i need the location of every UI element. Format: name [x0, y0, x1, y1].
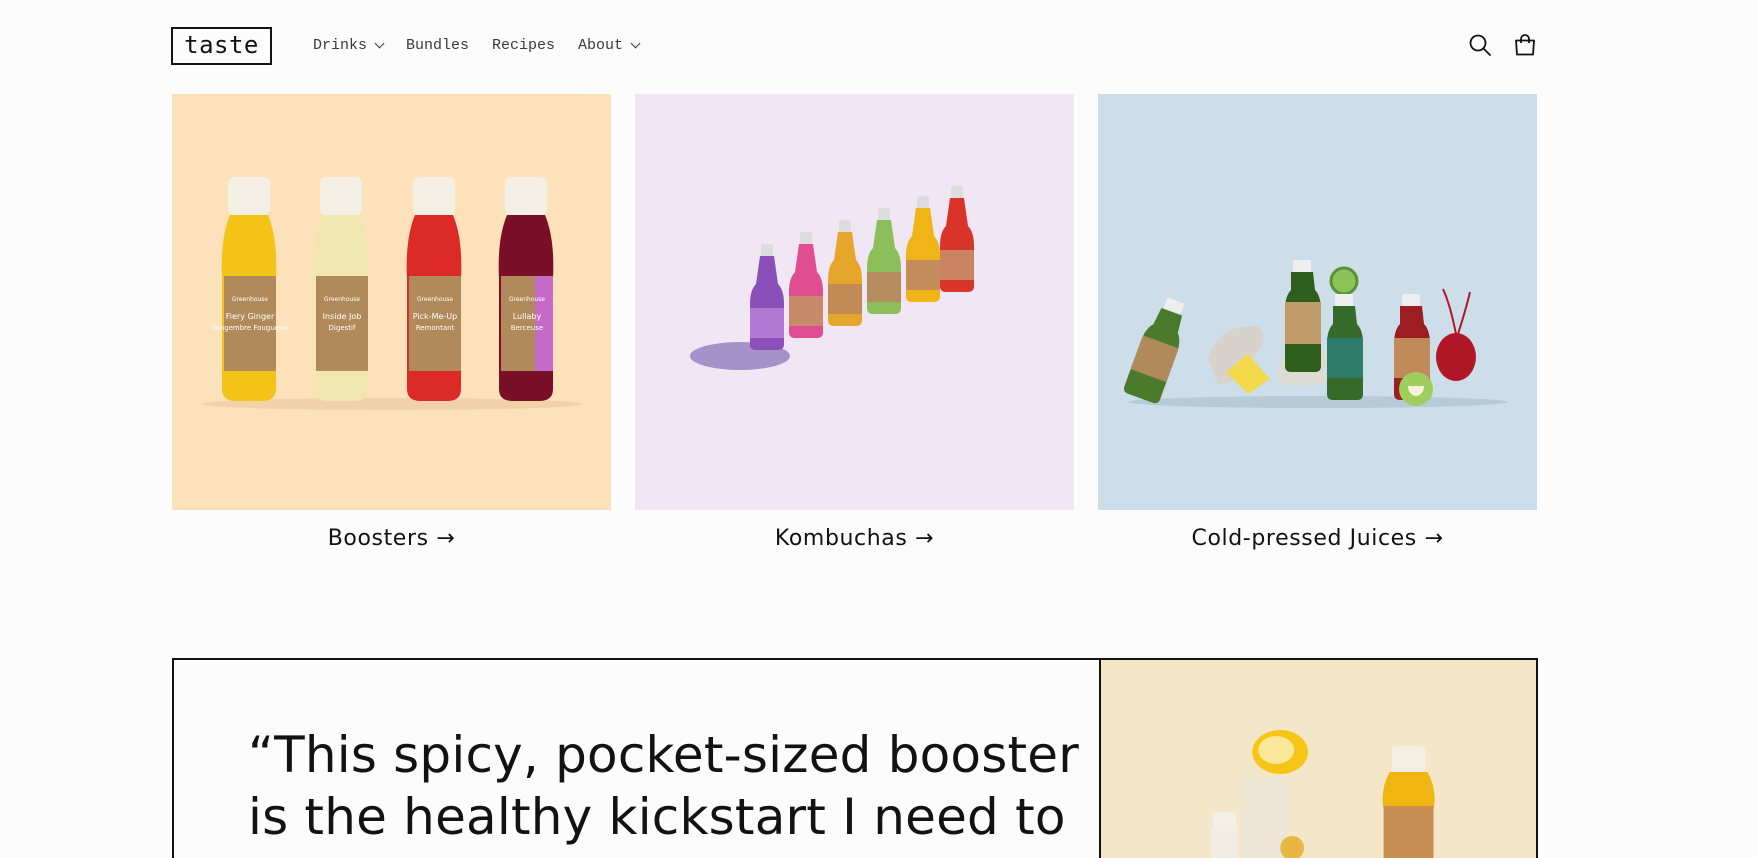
main-nav: Drinks Bundles Recipes About [313, 34, 648, 56]
svg-text:Berceuse: Berceuse [511, 324, 543, 332]
nav-item-label: Recipes [492, 36, 556, 54]
svg-text:Pick-Me-Up: Pick-Me-Up [413, 312, 457, 321]
nav-item-about[interactable]: About [578, 34, 648, 56]
nav-item-label: Bundles [406, 36, 470, 54]
testimonial-quote: “This spicy, pocket-sized booster is the… [248, 724, 1108, 848]
svg-text:Remontant: Remontant [416, 324, 455, 332]
quote-line: is the healthy kickstart I need to [248, 788, 1066, 846]
cart-icon[interactable] [1512, 32, 1538, 58]
collection-image-kombuchas[interactable] [635, 94, 1074, 510]
site-logo[interactable]: taste [171, 27, 272, 65]
chevron-down-icon [630, 38, 641, 48]
svg-text:Greenhouse: Greenhouse [232, 296, 269, 303]
search-icon[interactable] [1467, 32, 1493, 58]
collection-image-cold-pressed-juices[interactable] [1098, 94, 1537, 510]
nav-item-drinks[interactable]: Drinks [313, 34, 406, 56]
svg-text:Greenhouse: Greenhouse [417, 296, 454, 303]
svg-text:Greenhouse: Greenhouse [509, 296, 546, 303]
site-header: taste Drinks Bundles Recipes About [0, 0, 1757, 92]
quote-line: “This spicy, pocket-sized booster [248, 726, 1079, 784]
collection-image-boosters[interactable]: Greenhouse Fiery Ginger Gingembre Fougue… [172, 94, 611, 510]
testimonial-image [1099, 660, 1536, 858]
nav-item-bundles[interactable]: Bundles [406, 34, 492, 56]
testimonial-section: “This spicy, pocket-sized booster is the… [172, 658, 1538, 858]
svg-text:Greenhouse: Greenhouse [324, 296, 361, 303]
nav-item-recipes[interactable]: Recipes [492, 34, 578, 56]
svg-text:Fiery Ginger: Fiery Ginger [226, 312, 275, 321]
chevron-down-icon [374, 38, 385, 48]
nav-item-label: Drinks [313, 36, 368, 54]
collection-link-kombuchas[interactable]: Kombuchas → [635, 526, 1074, 551]
nav-item-label: About [578, 36, 624, 54]
svg-text:Inside Job: Inside Job [323, 312, 362, 321]
collection-link-cold-pressed-juices[interactable]: Cold-pressed Juices → [1098, 526, 1537, 551]
svg-text:Lullaby: Lullaby [513, 312, 542, 321]
collection-link-boosters[interactable]: Boosters → [172, 526, 611, 551]
svg-text:Digestif: Digestif [329, 324, 356, 332]
svg-text:Gingembre Fougueux: Gingembre Fougueux [212, 324, 287, 332]
